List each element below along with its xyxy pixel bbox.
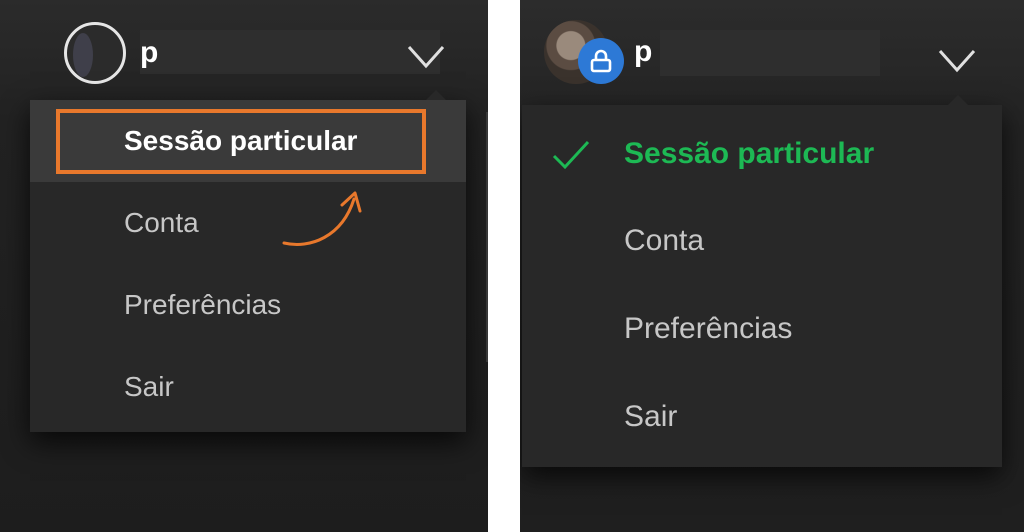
menu-item-account[interactable]: Conta xyxy=(522,197,1002,285)
username-label: p xyxy=(634,35,653,68)
menu-item-preferences[interactable]: Preferências xyxy=(522,285,1002,373)
menu-item-label: Conta xyxy=(624,224,705,257)
lock-icon xyxy=(590,49,612,73)
menu-item-private-session[interactable]: Sessão particular xyxy=(522,110,1002,198)
menu-item-label: Conta xyxy=(124,207,199,238)
private-session-lock-badge xyxy=(578,38,624,84)
menu-item-logout[interactable]: Sair xyxy=(522,373,1002,461)
menu-item-account[interactable]: Conta xyxy=(30,182,466,264)
annotation-highlight-box xyxy=(56,109,426,174)
menu-item-preferences[interactable]: Preferências xyxy=(30,264,466,346)
menu-item-label: Sair xyxy=(124,371,174,402)
user-dropdown-menu: Sessão particular Conta Preferências Sai… xyxy=(522,95,1002,467)
chevron-down-icon[interactable] xyxy=(406,44,446,70)
menu-item-logout[interactable]: Sair xyxy=(30,346,466,428)
header-bar xyxy=(140,30,440,74)
avatar[interactable] xyxy=(64,22,126,84)
menu-caret xyxy=(426,90,446,100)
checkmark-icon xyxy=(552,140,590,170)
menu-caret xyxy=(948,95,968,105)
menu-item-private-session[interactable]: Sessão particular xyxy=(30,100,466,182)
menu-item-label: Preferências xyxy=(624,312,793,345)
menu-item-label: Preferências xyxy=(124,289,282,320)
curved-arrow-icon xyxy=(282,191,362,246)
user-dropdown-menu: Sessão particular Conta Preferências Sai… xyxy=(30,90,466,432)
user-widget[interactable]: p xyxy=(64,22,158,84)
username-label: p xyxy=(140,36,159,69)
right-screenshot-panel: p Sessão particular Conta Preferências S… xyxy=(520,0,1024,532)
header-bar xyxy=(660,30,880,76)
menu-item-label: Sessão particular xyxy=(624,137,875,170)
chevron-down-icon[interactable] xyxy=(937,48,977,74)
menu-item-label: Sair xyxy=(624,400,678,433)
left-screenshot-panel: p Sessão particular Conta Preferências S… xyxy=(0,0,488,532)
